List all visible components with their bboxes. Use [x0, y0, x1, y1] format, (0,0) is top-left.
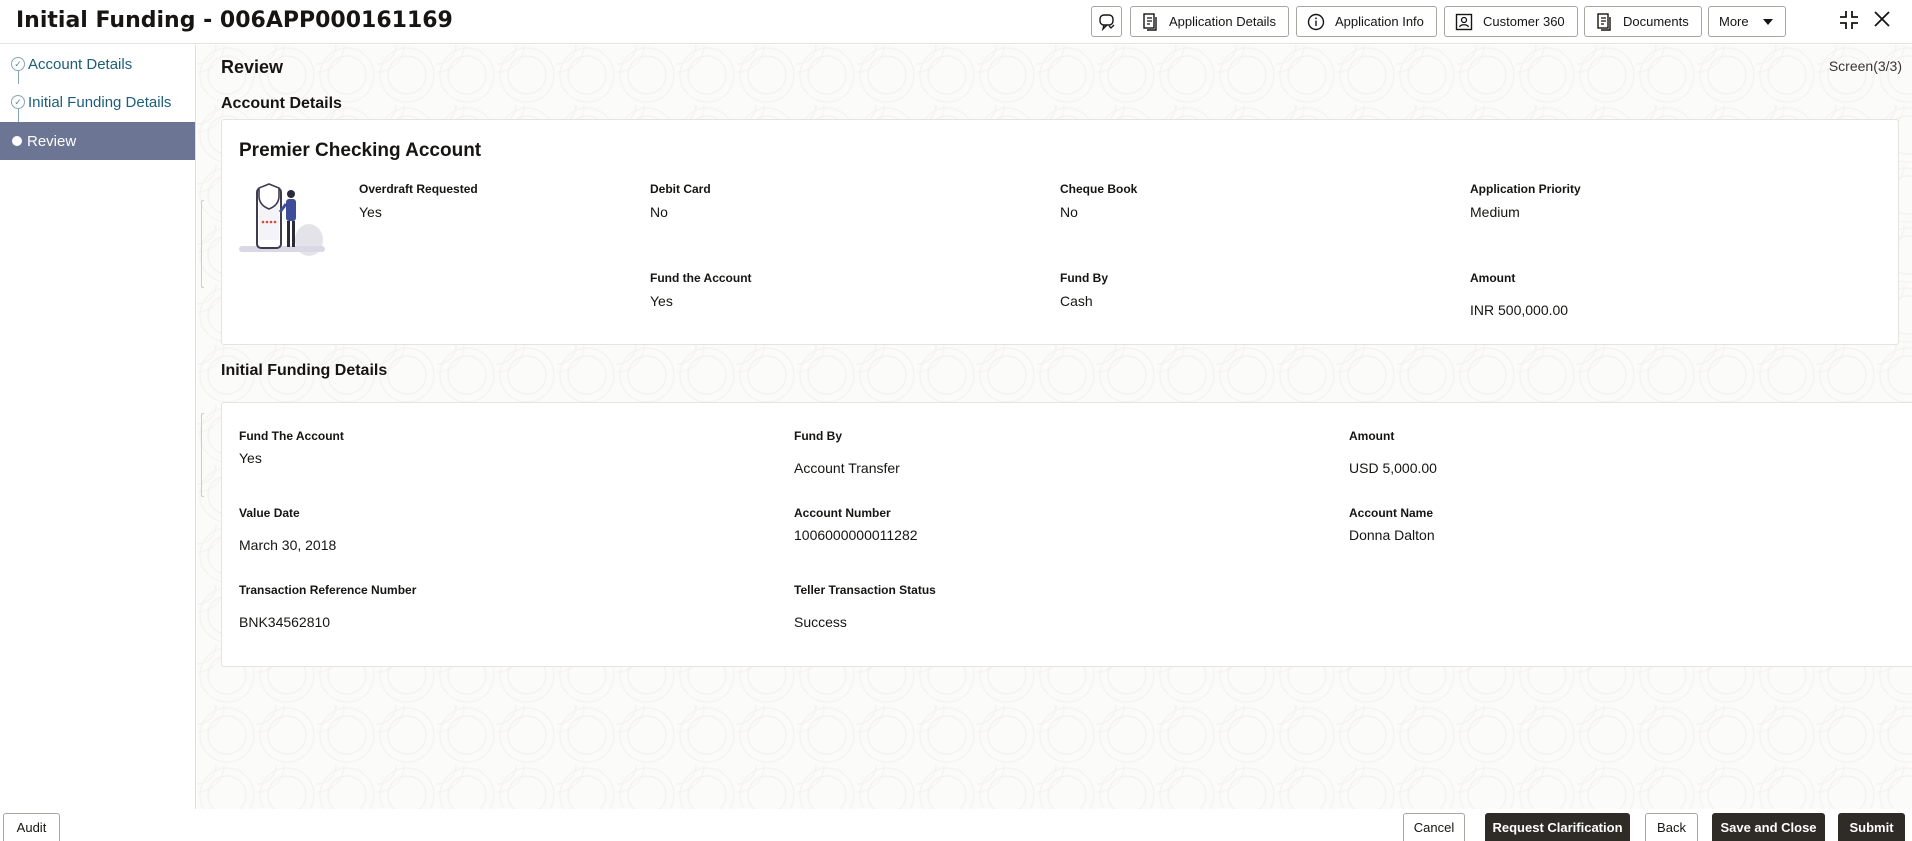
- sidebar-step-label: Initial Funding Details: [28, 93, 172, 111]
- application-priority-label: Application Priority: [1470, 182, 1581, 196]
- application-details-button[interactable]: Application Details: [1130, 6, 1289, 37]
- check-icon: ✓: [11, 95, 25, 109]
- customer-card-icon: [1455, 13, 1473, 31]
- funding-fund-the-account-label: Fund The Account: [239, 429, 344, 443]
- action-footer: Audit Cancel Request Clarification Back …: [0, 809, 1912, 841]
- fund-by-label: Fund By: [1060, 271, 1108, 285]
- more-dropdown[interactable]: More: [1708, 6, 1786, 37]
- application-details-label: Application Details: [1169, 14, 1276, 29]
- transaction-reference-value: BNK34562810: [239, 614, 331, 630]
- account-details-heading: Account Details: [221, 95, 342, 112]
- value-date-label: Value Date: [239, 506, 300, 520]
- fund-the-account-value: Yes: [650, 293, 673, 309]
- collapse-handle[interactable]: [201, 413, 204, 497]
- request-clarification-button[interactable]: Request Clarification: [1485, 813, 1630, 841]
- customer-360-button[interactable]: Customer 360: [1444, 6, 1578, 37]
- cheque-book-value: No: [1060, 204, 1078, 220]
- account-name-label: Account Name: [1349, 506, 1434, 520]
- account-number-value: 1006000000011282: [794, 527, 918, 543]
- fund-the-account-label: Fund the Account: [650, 271, 752, 285]
- step-sidebar: ✓ Account Details ✓ Initial Funding Deta…: [0, 45, 196, 809]
- main-content: Review Screen(3/3) Account Details Premi…: [197, 45, 1912, 809]
- chat-button[interactable]: [1091, 6, 1122, 37]
- sidebar-step-initial-funding-details[interactable]: ✓ Initial Funding Details: [0, 83, 195, 121]
- check-icon: ✓: [11, 57, 25, 71]
- value-date-value: March 30, 2018: [239, 537, 337, 553]
- funding-fund-by-label: Fund By: [794, 429, 842, 443]
- more-label: More: [1719, 14, 1749, 29]
- overdraft-requested-label: Overdraft Requested: [359, 182, 478, 196]
- cheque-book-label: Cheque Book: [1060, 182, 1138, 196]
- back-button[interactable]: Back: [1645, 813, 1698, 841]
- account-name-value: Donna Dalton: [1349, 527, 1435, 543]
- review-title: Review: [221, 57, 284, 77]
- overdraft-requested-value: Yes: [359, 204, 382, 220]
- debit-card-label: Debit Card: [650, 182, 711, 196]
- sidebar-step-label: Review: [27, 132, 77, 150]
- account-number-label: Account Number: [794, 506, 891, 520]
- amount-value: INR 500,000.00: [1470, 302, 1569, 318]
- funding-fund-by-value: Account Transfer: [794, 460, 900, 476]
- account-illustration: [239, 182, 327, 258]
- funding-amount-label: Amount: [1349, 429, 1395, 443]
- document-icon: [1141, 12, 1159, 31]
- save-and-close-button[interactable]: Save and Close: [1712, 813, 1825, 841]
- account-product-name: Premier Checking Account: [239, 140, 482, 161]
- documents-button[interactable]: Documents: [1584, 6, 1702, 37]
- debit-card-value: No: [650, 204, 668, 220]
- initial-funding-card: Fund The Account Yes Fund By Account Tra…: [221, 402, 1912, 667]
- close-icon[interactable]: [1872, 9, 1892, 33]
- application-info-label: Application Info: [1335, 14, 1424, 29]
- funding-fund-the-account-value: Yes: [239, 450, 262, 466]
- submit-button[interactable]: Submit: [1838, 813, 1905, 841]
- chat-icon: [1098, 13, 1116, 31]
- initial-funding-heading: Initial Funding Details: [221, 362, 388, 379]
- collapse-handle[interactable]: [201, 200, 204, 288]
- minimize-icon[interactable]: [1838, 9, 1860, 35]
- chevron-down-icon: [1762, 18, 1773, 25]
- sidebar-step-label: Account Details: [28, 55, 133, 73]
- screen-indicator: Screen(3/3): [1828, 58, 1902, 74]
- info-icon: [1307, 13, 1325, 31]
- teller-status-value: Success: [794, 614, 847, 630]
- application-info-button[interactable]: Application Info: [1296, 6, 1437, 37]
- current-step-icon: [12, 136, 22, 146]
- customer-360-label: Customer 360: [1483, 14, 1565, 29]
- sidebar-step-account-details[interactable]: ✓ Account Details: [0, 45, 195, 83]
- page-header: Initial Funding - 006APP000161169 Applic…: [0, 0, 1912, 44]
- page-title: Initial Funding - 006APP000161169: [16, 8, 453, 33]
- audit-button[interactable]: Audit: [3, 813, 60, 841]
- transaction-reference-label: Transaction Reference Number: [239, 583, 417, 597]
- application-priority-value: Medium: [1470, 204, 1520, 220]
- sidebar-step-review[interactable]: Review: [0, 122, 195, 160]
- teller-status-label: Teller Transaction Status: [794, 583, 936, 597]
- cancel-button[interactable]: Cancel: [1403, 813, 1465, 841]
- amount-label: Amount: [1470, 271, 1516, 285]
- documents-label: Documents: [1623, 14, 1689, 29]
- funding-amount-value: USD 5,000.00: [1349, 460, 1437, 476]
- documents-icon: [1595, 12, 1613, 31]
- account-details-card: Premier Checking Account Overdraft Reque…: [221, 119, 1899, 345]
- fund-by-value: Cash: [1060, 293, 1093, 309]
